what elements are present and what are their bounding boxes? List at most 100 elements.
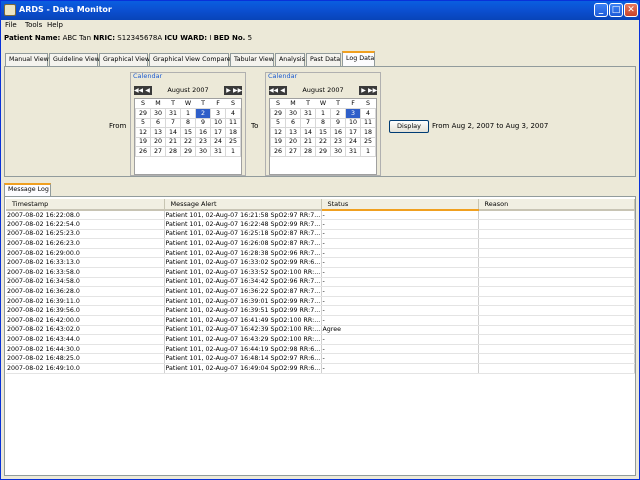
- calendar-day[interactable]: 19: [135, 136, 151, 147]
- calendar-day[interactable]: 31: [345, 146, 361, 157]
- maximize-icon[interactable]: □: [609, 3, 623, 17]
- calendar-day[interactable]: 5: [135, 117, 151, 128]
- calendar-day[interactable]: 21: [165, 136, 181, 147]
- calendar-day[interactable]: 29: [180, 146, 196, 157]
- calendar-day[interactable]: 18: [360, 127, 376, 138]
- calendar-day[interactable]: 1: [180, 108, 196, 119]
- table-row[interactable]: 2007-08-02 16:43:44.0 Patient 101, 02-Aug…: [6, 334, 635, 345]
- calendar-day[interactable]: 7: [165, 117, 181, 128]
- calendar-day[interactable]: 25: [225, 136, 241, 147]
- minimize-icon[interactable]: _: [594, 3, 608, 17]
- calendar-day[interactable]: 18: [225, 127, 241, 138]
- tab-analysis[interactable]: Analysis: [275, 53, 305, 66]
- calendar-day[interactable]: 1: [225, 146, 241, 157]
- calendar-day[interactable]: 15: [180, 127, 196, 138]
- calendar-day[interactable]: 10: [210, 117, 226, 128]
- calendar-day[interactable]: 13: [150, 127, 166, 138]
- calendar-day[interactable]: 17: [345, 127, 361, 138]
- prev-month-icon[interactable]: ◀: [143, 86, 152, 95]
- calendar-day[interactable]: 10: [345, 117, 361, 128]
- calendar-day[interactable]: 27: [150, 146, 166, 157]
- column-header-reason[interactable]: Reason: [478, 199, 635, 211]
- table-row[interactable]: 2007-08-02 16:22:54.0 Patient 101, 02-Aug…: [6, 219, 635, 230]
- prev-year-icon[interactable]: ◀◀: [269, 86, 278, 95]
- table-row[interactable]: 2007-08-02 16:29:00.0 Patient 101, 02-Aug…: [6, 248, 635, 259]
- calendar-day[interactable]: 19: [270, 136, 286, 147]
- table-row[interactable]: 2007-08-02 16:25:23.0 Patient 101, 02-Aug…: [6, 229, 635, 240]
- calendar-day[interactable]: 12: [135, 127, 151, 138]
- calendar-day[interactable]: 27: [285, 146, 301, 157]
- tab-log-data[interactable]: Log Data: [342, 51, 375, 66]
- calendar-day[interactable]: 3: [210, 108, 226, 119]
- tab-tabular-view[interactable]: Tabular View: [230, 53, 274, 66]
- calendar-day[interactable]: 21: [300, 136, 316, 147]
- calendar-day[interactable]: 4: [225, 108, 241, 119]
- table-row[interactable]: 2007-08-02 16:36:28.0 Patient 101, 02-Aug…: [6, 286, 635, 297]
- calendar-day[interactable]: 29: [315, 146, 331, 157]
- tab-manual-view[interactable]: Manual View: [5, 53, 49, 66]
- tab-message-log[interactable]: Message Log: [4, 183, 51, 196]
- calendar-day[interactable]: 1: [360, 146, 376, 157]
- next-month-icon[interactable]: ▶: [224, 86, 233, 95]
- calendar-day[interactable]: 5: [270, 117, 286, 128]
- calendar-day[interactable]: 8: [180, 117, 196, 128]
- calendar-day[interactable]: 2: [330, 108, 346, 119]
- calendar-day[interactable]: 24: [345, 136, 361, 147]
- calendar-day[interactable]: 30: [330, 146, 346, 157]
- calendar-day[interactable]: 16: [195, 127, 211, 138]
- calendar-day[interactable]: 29: [135, 108, 151, 119]
- calendar-day[interactable]: 31: [165, 108, 181, 119]
- table-row[interactable]: 2007-08-02 16:22:08.0 Patient 101, 02-Aug…: [6, 210, 635, 221]
- tab-graphical-view[interactable]: Graphical View: [99, 53, 150, 66]
- calendar-day[interactable]: 20: [285, 136, 301, 147]
- menu-tools[interactable]: Tools: [25, 21, 42, 29]
- calendar-day[interactable]: 13: [285, 127, 301, 138]
- menu-file[interactable]: File: [5, 21, 17, 29]
- calendar-day[interactable]: 28: [300, 146, 316, 157]
- calendar-day[interactable]: 3: [345, 108, 361, 119]
- calendar-day[interactable]: 25: [360, 136, 376, 147]
- calendar-day[interactable]: 7: [300, 117, 316, 128]
- column-header-timestamp[interactable]: Timestamp: [6, 199, 165, 211]
- calendar-day[interactable]: 26: [135, 146, 151, 157]
- calendar-day[interactable]: 26: [270, 146, 286, 157]
- column-header-message-alert[interactable]: Message Alert: [164, 199, 322, 211]
- calendar-day[interactable]: 9: [330, 117, 346, 128]
- calendar-day[interactable]: 23: [330, 136, 346, 147]
- table-row[interactable]: 2007-08-02 16:34:58.0 Patient 101, 02-Aug…: [6, 277, 635, 288]
- calendar-day[interactable]: 9: [195, 117, 211, 128]
- next-month-icon[interactable]: ▶: [359, 86, 368, 95]
- tab-graphical-view-compare[interactable]: Graphical View Compare: [149, 53, 231, 66]
- calendar-day[interactable]: 15: [315, 127, 331, 138]
- title-bar[interactable]: ARDS - Data Monitor _ □ ✕: [1, 1, 639, 20]
- column-header-status[interactable]: Status: [321, 199, 479, 211]
- calendar-day[interactable]: 20: [150, 136, 166, 147]
- calendar-day[interactable]: 31: [300, 108, 316, 119]
- table-row[interactable]: 2007-08-02 16:43:02.0 Patient 101, 02-Aug…: [6, 325, 635, 336]
- calendar-day[interactable]: 28: [165, 146, 181, 157]
- display-button[interactable]: Display: [389, 120, 429, 133]
- calendar-day[interactable]: 31: [210, 146, 226, 157]
- calendar-day[interactable]: 29: [270, 108, 286, 119]
- close-icon[interactable]: ✕: [624, 3, 638, 17]
- table-row[interactable]: 2007-08-02 16:33:13.0 Patient 101, 02-Aug…: [6, 257, 635, 269]
- calendar-day[interactable]: 23: [195, 136, 211, 147]
- calendar-day[interactable]: 14: [165, 127, 181, 138]
- calendar-day[interactable]: 16: [330, 127, 346, 138]
- calendar-day[interactable]: 30: [195, 146, 211, 157]
- table-row[interactable]: 2007-08-02 16:48:25.0 Patient 101, 02-Aug…: [6, 353, 635, 364]
- calendar-day[interactable]: 22: [180, 136, 196, 147]
- tab-past-data[interactable]: Past Data: [306, 53, 341, 66]
- calendar-day[interactable]: 17: [210, 127, 226, 138]
- calendar-day[interactable]: 6: [150, 117, 166, 128]
- prev-year-icon[interactable]: ◀◀: [134, 86, 143, 95]
- next-year-icon[interactable]: ▶▶: [233, 86, 242, 95]
- table-row[interactable]: 2007-08-02 16:33:58.0 Patient 101, 02-Aug…: [6, 267, 635, 278]
- calendar-day[interactable]: 12: [270, 127, 286, 138]
- menu-help[interactable]: Help: [47, 21, 63, 29]
- calendar-day[interactable]: 2: [195, 108, 211, 119]
- calendar-day[interactable]: 30: [150, 108, 166, 119]
- prev-month-icon[interactable]: ◀: [278, 86, 287, 95]
- table-row[interactable]: 2007-08-02 16:26:23.0 Patient 101, 02-Aug…: [6, 238, 635, 249]
- calendar-day[interactable]: 11: [225, 117, 241, 128]
